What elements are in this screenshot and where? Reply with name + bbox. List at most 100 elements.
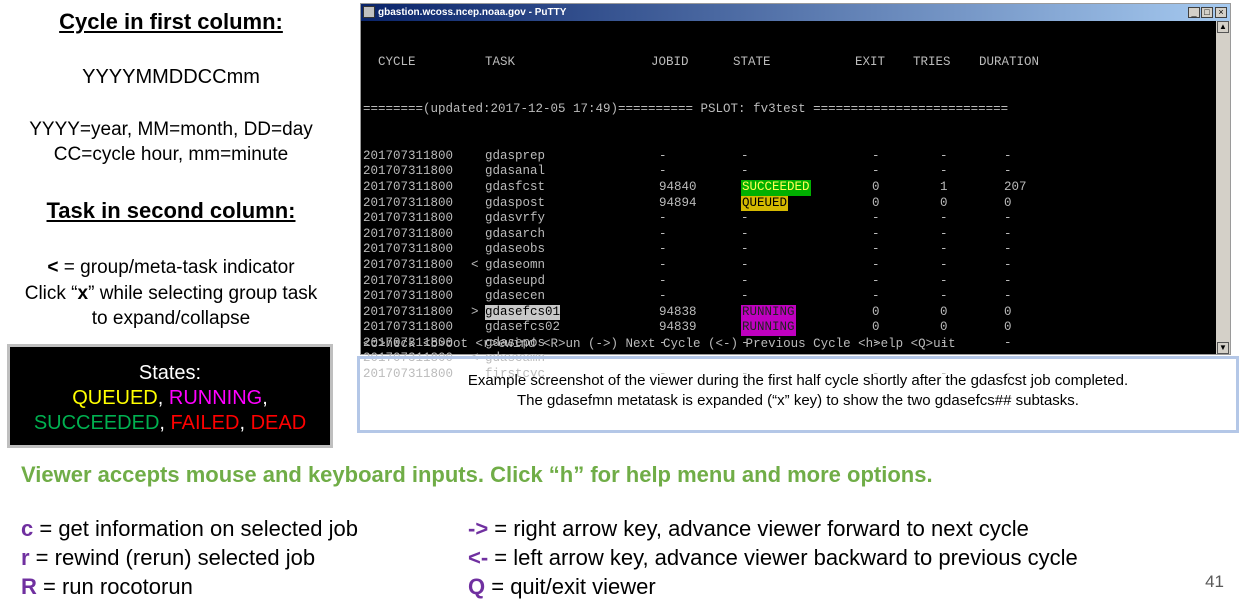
close-icon[interactable]: ×: [1215, 7, 1227, 18]
cell-state: -: [741, 226, 749, 241]
table-row[interactable]: 201707311800 > gdasefcs01 94838 RUNNING 0 0 0: [363, 304, 1215, 321]
cell-state: -: [741, 273, 749, 288]
keys-right: -> = right arrow key, advance viewer for…: [468, 514, 1078, 601]
terminal-area[interactable]: CYCLE TASK JOBID STATE EXIT TRIES DURATI…: [363, 24, 1215, 381]
cell-exit: -: [872, 164, 880, 179]
col-header-duration: DURATION: [979, 55, 1040, 70]
cell-cycle: 201707311800: [363, 273, 454, 288]
cycle-legend-line1: YYYY=year, MM=month, DD=day: [29, 119, 313, 140]
col-header-exit: EXIT: [855, 55, 886, 70]
key-right-arrow: ->: [468, 516, 489, 541]
cell-state: -: [741, 148, 749, 163]
minimize-icon[interactable]: _: [1188, 7, 1200, 18]
cell-task: gdasecen: [485, 289, 546, 304]
cell-duration: -: [1004, 273, 1012, 288]
table-row[interactable]: 201707311800 gdasecen - - - - -: [363, 289, 1215, 305]
cell-duration: 207: [1004, 179, 1027, 194]
page-number: 41: [1205, 572, 1224, 591]
col-header-task: TASK: [485, 55, 516, 70]
key-row: Q = quit/exit viewer: [468, 572, 1078, 601]
key-c: c: [21, 516, 34, 541]
cell-jobid: -: [659, 242, 667, 257]
input-instructions: Viewer accepts mouse and keyboard inputs…: [21, 462, 933, 487]
putty-window[interactable]: gbastion.wcoss.ncep.noaa.gov - PuTTY _ □…: [360, 3, 1231, 381]
cell-state: QUEUED: [741, 195, 789, 212]
cell-jobid: -: [659, 289, 667, 304]
indicator-line: < = group/meta-task indicator: [0, 255, 342, 280]
table-row[interactable]: 201707311800 gdasprep - - - - -: [363, 149, 1215, 165]
cell-task: gdasfcst: [485, 179, 546, 194]
cell-cycle: 201707311800: [363, 148, 454, 163]
cell-tries: -: [940, 164, 948, 179]
state-dead: DEAD: [250, 412, 307, 434]
cell-cycle: 201707311800: [363, 289, 454, 304]
table-row[interactable]: 201707311800 gdaspost 94894 QUEUED 0 0 0: [363, 195, 1215, 212]
cell-tries: 0: [940, 304, 948, 319]
table-row[interactable]: 201707311800 gdaseobs - - - - -: [363, 242, 1215, 258]
scroll-up-icon[interactable]: ▲: [1217, 21, 1229, 33]
cell-cycle: 201707311800: [363, 164, 454, 179]
task-heading: Task in second column:: [46, 198, 296, 223]
click-pre: Click “: [24, 283, 78, 304]
state-succeeded: SUCCEEDED: [33, 412, 160, 434]
cell-task: gdasvrfy: [485, 211, 546, 226]
cell-exit: -: [872, 289, 880, 304]
cell-state: -: [741, 211, 749, 226]
cell-exit: 0: [872, 320, 880, 335]
cell-cycle: 201707311800: [363, 257, 454, 272]
cell-task: gdasanal: [485, 164, 546, 179]
cell-tries: 0: [940, 195, 948, 210]
key-right-arrow-desc: = right arrow key, advance viewer forwar…: [488, 516, 1029, 541]
table-row[interactable]: 201707311800 gdasarch - - - - -: [363, 227, 1215, 243]
table-row[interactable]: 201707311800 gdaseupd - - - - -: [363, 274, 1215, 290]
window-titlebar[interactable]: gbastion.wcoss.ncep.noaa.gov - PuTTY _ □…: [361, 4, 1230, 21]
terminal-header-row: CYCLE TASK JOBID STATE EXIT TRIES DURATI…: [363, 55, 1215, 71]
cell-cycle: 201707311800: [363, 179, 454, 194]
cell-cycle: 201707311800: [363, 226, 454, 241]
putty-app-icon[interactable]: [363, 6, 375, 18]
cell-tries: -: [940, 289, 948, 304]
vertical-scrollbar[interactable]: ▲ ▼: [1216, 21, 1230, 354]
comma: ,: [262, 387, 268, 409]
comma: ,: [157, 387, 169, 409]
table-row[interactable]: 201707311800 gdasvrfy - - - - -: [363, 211, 1215, 227]
table-row[interactable]: 201707311800 < gdaseomn - - - - -: [363, 258, 1215, 274]
key-r: r: [21, 545, 30, 570]
key-left-arrow: <-: [468, 545, 489, 570]
indicator-text: = group/meta-task indicator: [58, 257, 295, 278]
terminal-footer: <c>heck <b>oot <r>ewind <R>un (->) Next …: [363, 337, 956, 351]
cell-exit: -: [872, 242, 880, 257]
key-r-desc: = rewind (rerun) selected job: [29, 545, 316, 570]
col-header-state: STATE: [733, 55, 771, 70]
cell-task: gdasprep: [485, 148, 546, 163]
table-row[interactable]: 201707311800 gdasefcs02 94839 RUNNING 0 0 0: [363, 320, 1215, 336]
cell-state: -: [741, 289, 749, 304]
scroll-down-icon[interactable]: ▼: [1217, 342, 1229, 354]
states-row2: SUCCEEDED, FAILED, DEAD: [10, 411, 330, 436]
cell-task: gdaseomn: [485, 257, 546, 272]
cell-jobid: -: [659, 164, 667, 179]
cell-jobid: -: [659, 273, 667, 288]
cell-tries: -: [940, 211, 948, 226]
cell-exit: -: [872, 148, 880, 163]
key-R: R: [21, 574, 37, 599]
cell-task: gdaseobs: [485, 242, 546, 257]
cell-state: -: [741, 242, 749, 257]
key-c-desc: = get information on selected job: [33, 516, 358, 541]
click-line2: to expand/collapse: [91, 308, 251, 329]
cell-tries: -: [940, 242, 948, 257]
cell-duration: -: [1004, 257, 1012, 272]
comma: ,: [159, 412, 171, 434]
cell-cycle: 201707311800: [363, 320, 454, 335]
maximize-icon[interactable]: □: [1201, 7, 1213, 18]
table-row[interactable]: 201707311800 gdasanal - - - - -: [363, 164, 1215, 180]
cell-exit: -: [872, 273, 880, 288]
states-row1: QUEUED, RUNNING,: [10, 386, 330, 411]
cell-jobid: 94839: [659, 320, 697, 335]
table-row[interactable]: 201707311800 gdasfcst 94840 SUCCEEDED 0 1 207: [363, 179, 1215, 196]
cell-task: gdasarch: [485, 226, 546, 241]
cell-jobid: 94840: [659, 179, 697, 194]
cell-jobid: 94894: [659, 195, 697, 210]
cell-tries: 0: [940, 320, 948, 335]
col-header-cycle: CYCLE: [378, 55, 416, 70]
